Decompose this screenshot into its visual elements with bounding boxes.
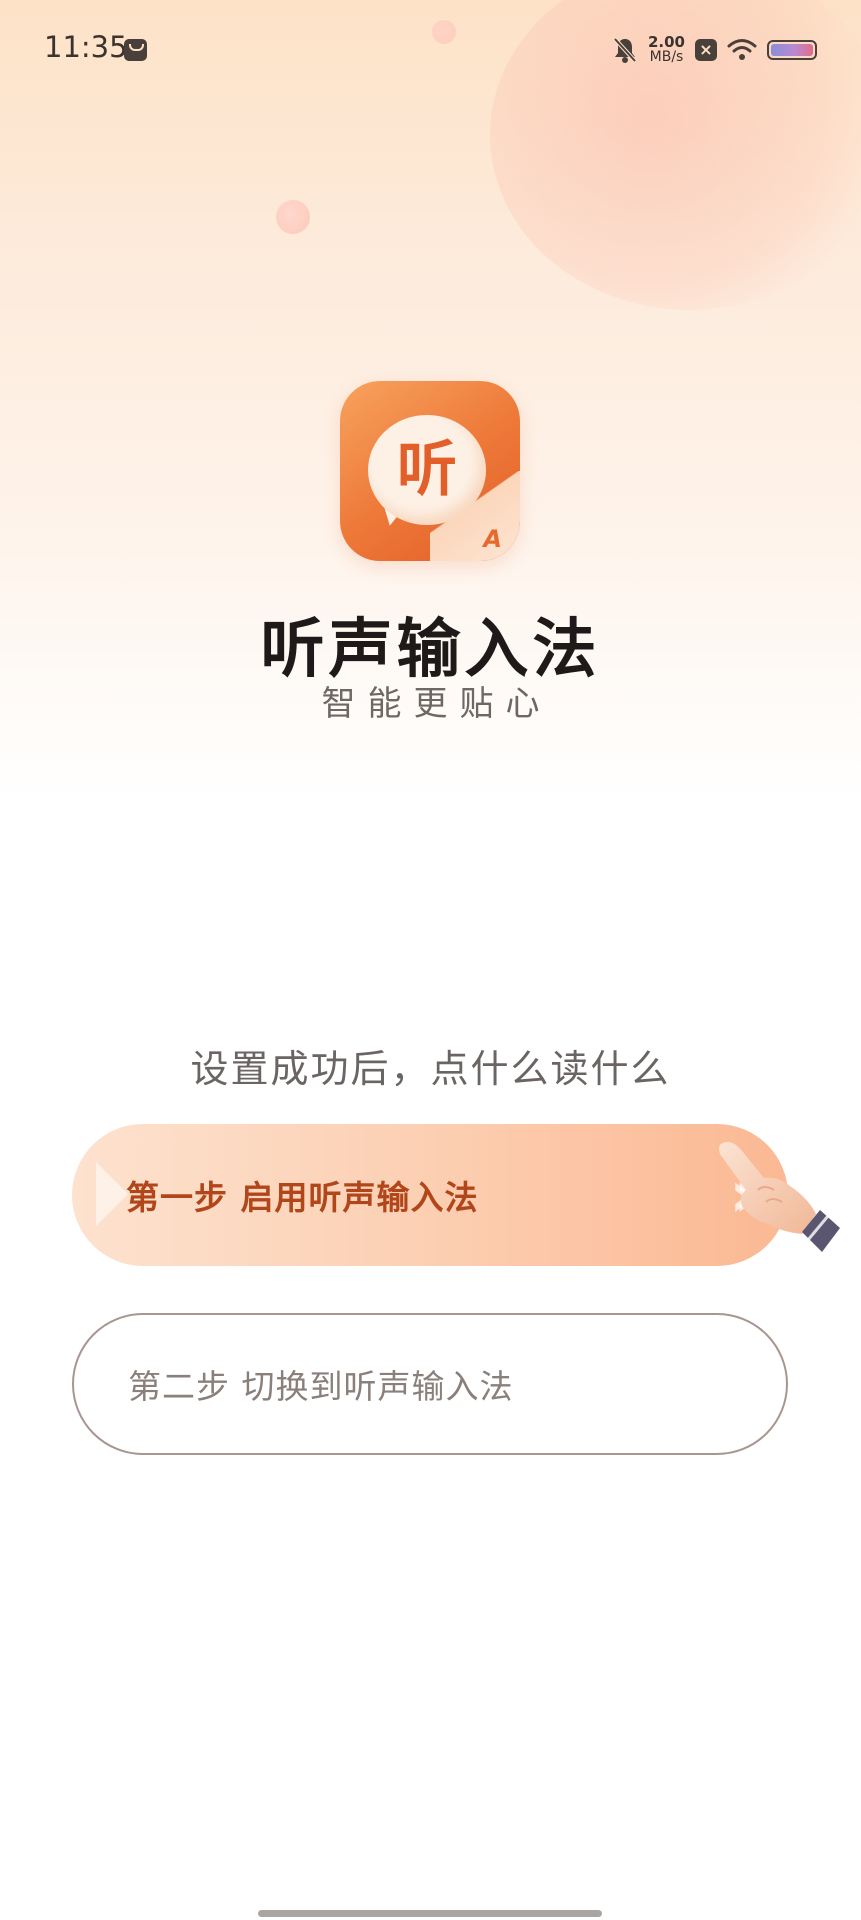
logo-badge-letter: A (483, 525, 502, 553)
step1-label: 第一步 启用听声输入法 (126, 1178, 479, 1217)
bell-off-icon (612, 36, 638, 64)
status-time: 11:35 (44, 30, 128, 64)
sim-x-icon: × (695, 39, 717, 61)
status-icons: 2.00 MB/s × (612, 32, 817, 68)
network-speed-unit: MB/s (649, 49, 684, 65)
app-slogan: 智能更贴心 (321, 684, 552, 724)
step1-enable-button[interactable]: 第一步 启用听声输入法 ›› (72, 1124, 788, 1266)
bag-icon (124, 39, 147, 61)
step2-switch-button[interactable]: 第二步 切换到听声输入法 (72, 1313, 788, 1455)
guide-text: 设置成功后，点什么读什么 (190, 1047, 671, 1091)
home-indicator[interactable] (258, 1910, 602, 1917)
app-logo: 听 A (340, 381, 520, 561)
logo-character: 听 (397, 435, 457, 505)
network-speed: 2.00 MB/s (648, 35, 685, 65)
step2-label: 第二步 切换到听声输入法 (128, 1367, 514, 1406)
battery-level (771, 44, 813, 56)
hand-pointer-icon (712, 1132, 852, 1262)
network-speed-value: 2.00 (647, 33, 685, 51)
screen: 11:35 2.00 MB/s × 听 A 听声输入法 智能更贴心 设置成功后，… (0, 0, 861, 1920)
wifi-icon (727, 38, 757, 62)
battery-icon (767, 40, 817, 60)
decorative-bubble (276, 200, 310, 234)
chevron-right-decor-icon (96, 1162, 128, 1226)
status-bar: 11:35 2.00 MB/s × (0, 0, 861, 100)
